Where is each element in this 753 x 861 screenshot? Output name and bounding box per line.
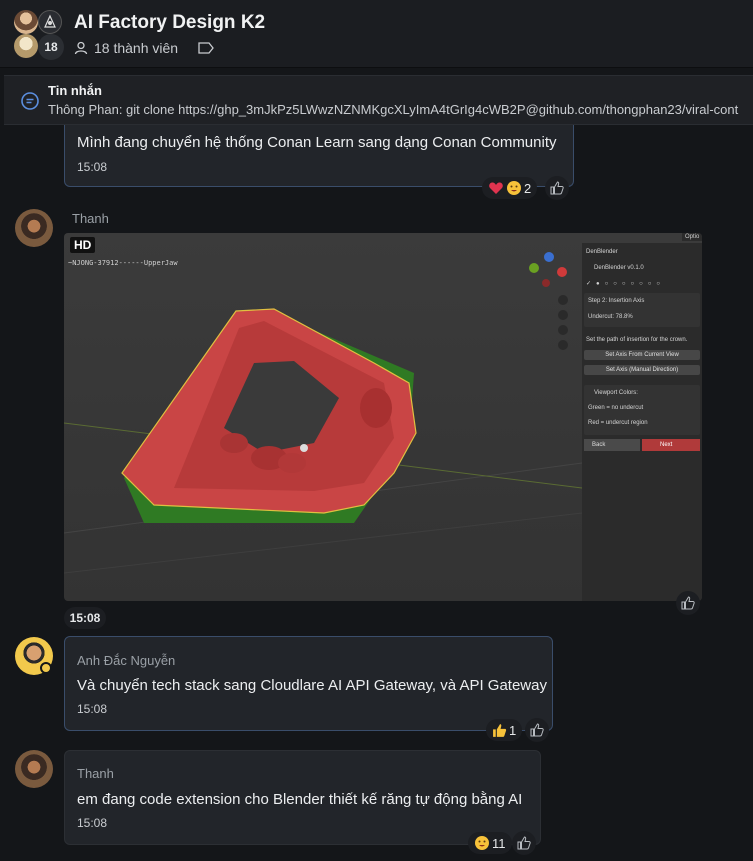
thumbs-up-icon bbox=[550, 181, 564, 195]
members-label: 18 thành viên bbox=[94, 40, 179, 56]
panel-title: DenBlender bbox=[586, 249, 618, 255]
hd-badge: HD bbox=[70, 237, 96, 253]
instruction-text: Set the path of insertion for the crown. bbox=[586, 337, 688, 343]
sender-avatar[interactable] bbox=[15, 750, 53, 788]
viewport-label: ~NJONG-37912------UpperJaw bbox=[68, 259, 178, 267]
reaction-count: 1 bbox=[509, 722, 517, 738]
user-icon bbox=[74, 41, 88, 55]
message-text: em đang code extension cho Blender thiết… bbox=[77, 791, 523, 808]
sender-avatar[interactable] bbox=[15, 209, 53, 247]
reaction-count: 2 bbox=[524, 180, 532, 196]
chat-bubble-icon bbox=[21, 92, 39, 110]
member-avatar bbox=[38, 10, 62, 34]
message-text: Mình đang chuyển hệ thống Conan Learn sa… bbox=[77, 134, 557, 151]
reaction-summary[interactable]: 11 bbox=[468, 832, 512, 854]
red-legend: Red = undercut region bbox=[588, 420, 648, 426]
reaction-count: 11 bbox=[492, 835, 506, 851]
member-avatar bbox=[14, 10, 38, 34]
colors-box: Viewport Colors: Green = no undercut Red… bbox=[584, 385, 700, 435]
step-title: Step 2: Insertion Axis bbox=[588, 298, 645, 304]
member-count-badge: 18 bbox=[38, 34, 64, 60]
message-bubble[interactable]: Thanh em đang code extension cho Blender… bbox=[64, 750, 541, 845]
set-axis-manual-button: Set Axis (Manual Direction) bbox=[584, 365, 700, 375]
next-button: Next bbox=[642, 439, 700, 451]
image-time: 15:08 bbox=[64, 607, 106, 629]
laugh-emoji-icon bbox=[507, 181, 521, 195]
sender-name: Anh Đắc Nguyễn bbox=[77, 653, 176, 668]
reaction-summary[interactable]: 2 bbox=[482, 177, 538, 199]
member-avatar bbox=[14, 34, 38, 58]
message-text: Và chuyển tech stack sang Cloudlare AI A… bbox=[77, 677, 547, 694]
message-bubble[interactable]: Anh Đắc Nguyễn Và chuyển tech stack sang… bbox=[64, 636, 553, 731]
addon-panel: DenBlender DenBlender v0.1.0 ✓●○○○○○○○ S… bbox=[582, 243, 702, 601]
pinned-title: Tin nhắn bbox=[48, 83, 102, 98]
like-button[interactable] bbox=[676, 591, 700, 615]
panel-version: DenBlender v0.1.0 bbox=[594, 265, 644, 271]
like-button[interactable] bbox=[525, 718, 549, 742]
thumbs-up-icon bbox=[517, 836, 531, 850]
tag-icon[interactable] bbox=[198, 42, 214, 54]
colors-title: Viewport Colors: bbox=[594, 390, 638, 396]
like-button[interactable] bbox=[545, 176, 569, 200]
message-time: 15:08 bbox=[77, 702, 108, 716]
sender-name: Thanh bbox=[72, 211, 109, 226]
group-avatar[interactable]: 18 bbox=[14, 8, 64, 60]
laugh-emoji-icon bbox=[475, 836, 489, 850]
thumbs-up-emoji-icon bbox=[493, 723, 507, 737]
thumbs-up-icon bbox=[681, 596, 695, 610]
like-button[interactable] bbox=[512, 831, 536, 855]
options-button: Optio bbox=[682, 233, 702, 241]
undercut-value: Undercut: 78.8% bbox=[588, 314, 633, 320]
back-button: Back bbox=[584, 439, 640, 451]
message-time: 15:08 bbox=[77, 816, 108, 830]
step-box: Step 2: Insertion Axis Undercut: 78.8% bbox=[584, 293, 700, 327]
reaction-summary[interactable]: 1 bbox=[486, 719, 523, 741]
pinned-text: Thông Phan: git clone https://ghp_3mJkPz… bbox=[48, 102, 739, 117]
green-legend: Green = no undercut bbox=[588, 405, 644, 411]
image-attachment[interactable]: HD ~NJONG-37912------UpperJaw Optio DenB… bbox=[64, 233, 702, 601]
set-axis-current-view-button: Set Axis From Current View bbox=[584, 350, 700, 360]
heart-icon bbox=[489, 182, 503, 194]
thumbs-up-icon bbox=[530, 723, 544, 737]
group-title[interactable]: AI Factory Design K2 bbox=[74, 12, 265, 34]
pinned-message-banner[interactable]: Tin nhắn Thông Phan: git clone https://g… bbox=[4, 75, 753, 125]
chat-header: 18 AI Factory Design K2 18 thành viên bbox=[0, 0, 753, 68]
members-link[interactable]: 18 thành viên bbox=[74, 40, 214, 56]
sender-name: Thanh bbox=[77, 766, 114, 781]
message-time: 15:08 bbox=[77, 160, 108, 174]
key-badge-icon bbox=[40, 662, 52, 674]
step-dots: ✓●○○○○○○○ bbox=[586, 281, 666, 287]
